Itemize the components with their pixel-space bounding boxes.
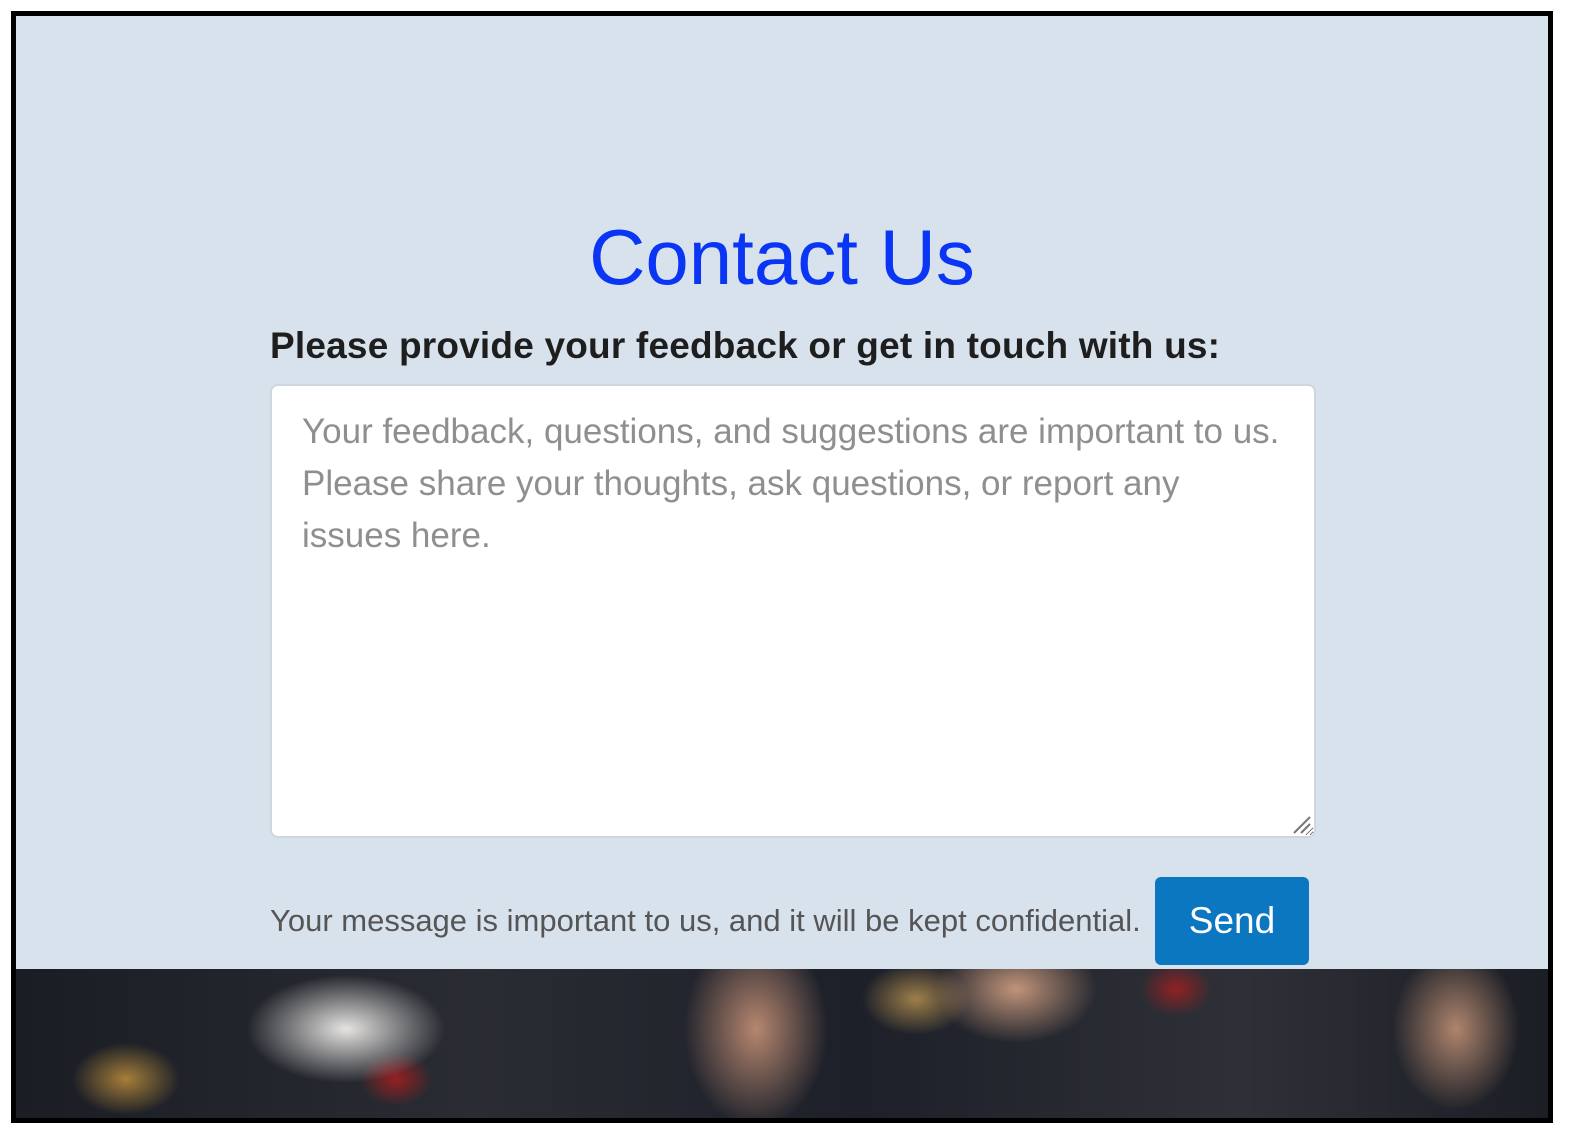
contact-page: Contact Us Please provide your feedback …	[11, 11, 1553, 1123]
resize-handle-icon[interactable]	[1290, 813, 1312, 835]
graduation-photo-banner	[16, 969, 1548, 1118]
feedback-textarea[interactable]	[270, 384, 1316, 838]
feedback-prompt-label: Please provide your feedback or get in t…	[270, 325, 1221, 366]
page-title: Contact Us	[589, 213, 975, 301]
confidentiality-note: Your message is important to us, and it …	[270, 903, 1141, 938]
send-button[interactable]: Send	[1155, 877, 1309, 965]
